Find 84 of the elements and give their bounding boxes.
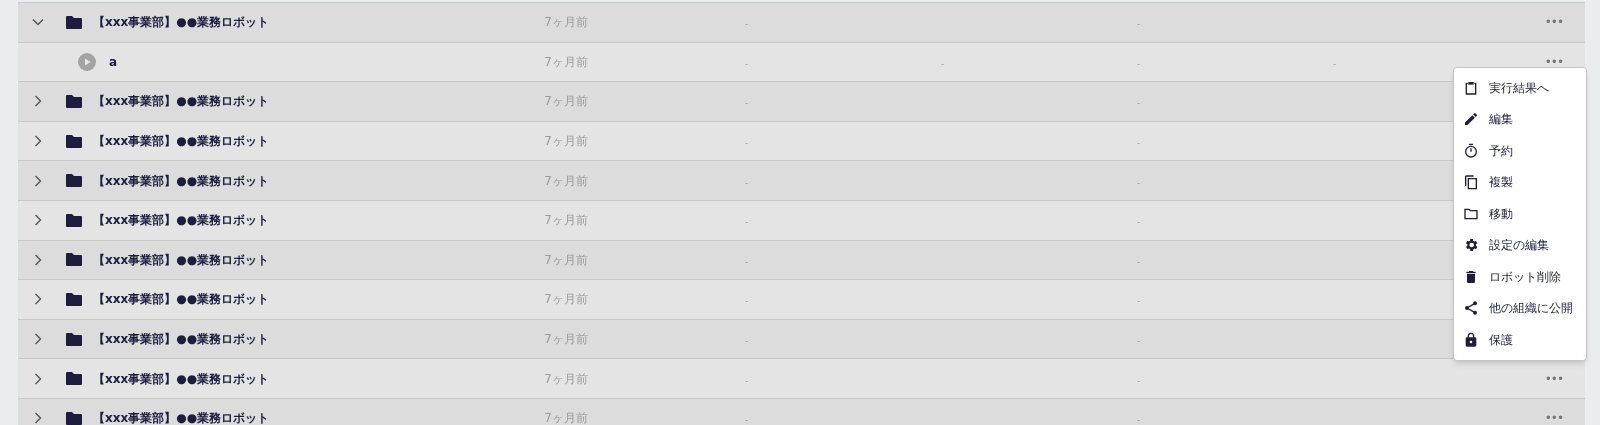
more-button[interactable]: ••• <box>1544 55 1563 68</box>
menu-item[interactable]: 実行結果へ <box>1454 72 1586 104</box>
table-cell: - <box>1137 375 1141 386</box>
chevron-right-icon[interactable] <box>32 253 44 266</box>
lock-icon <box>1463 331 1479 348</box>
table-cell: - <box>745 19 749 30</box>
updated-time: 7ヶ月前 <box>543 93 588 111</box>
settings-icon <box>1463 237 1479 254</box>
table-cell: - <box>745 415 749 425</box>
table-cell: - <box>745 58 749 69</box>
chevron-right-icon[interactable] <box>32 174 44 187</box>
table-cell: - <box>745 138 749 149</box>
table-cell: - <box>1137 58 1141 69</box>
folder-name[interactable]: 【xxx事業部】●●業務ロボット <box>93 250 270 269</box>
updated-time: 7ヶ月前 <box>543 410 588 425</box>
folder-icon <box>66 15 82 29</box>
table-cell: - <box>1137 98 1141 109</box>
folder-icon <box>66 332 82 346</box>
folder-name[interactable]: 【xxx事業部】●●業務ロボット <box>93 290 270 309</box>
table-cell: - <box>1137 296 1141 307</box>
table-cell: - <box>1137 256 1141 267</box>
table-cell: - <box>745 177 749 188</box>
menu-item[interactable]: 他の組織に公開 <box>1454 292 1586 324</box>
robot-name[interactable]: a <box>109 52 118 71</box>
table-cell: - <box>745 217 749 228</box>
updated-time: 7ヶ月前 <box>543 291 588 309</box>
more-button[interactable]: ••• <box>1544 372 1563 385</box>
menu-item[interactable]: 複製 <box>1454 166 1586 198</box>
table-cell: - <box>1137 19 1141 30</box>
table-cell: - <box>745 296 749 307</box>
menu-item[interactable]: 保護 <box>1454 324 1586 356</box>
table-cell: - <box>745 375 749 386</box>
table-cell: - <box>745 336 749 347</box>
folder-name[interactable]: 【xxx事業部】●●業務ロボット <box>93 132 270 151</box>
updated-time: 7ヶ月前 <box>543 133 588 151</box>
folder-icon <box>66 411 82 425</box>
updated-time: 7ヶ月前 <box>543 251 588 269</box>
folder-name[interactable]: 【xxx事業部】●●業務ロボット <box>93 171 270 190</box>
menu-item[interactable]: 移動 <box>1454 198 1586 230</box>
folder-icon <box>66 174 82 188</box>
trash-icon <box>1463 268 1479 285</box>
chevron-right-icon[interactable] <box>32 372 44 385</box>
updated-time: 7ヶ月前 <box>543 212 588 230</box>
folder-icon <box>66 253 82 267</box>
chevron-right-icon[interactable] <box>32 412 44 425</box>
pencil-icon <box>1463 111 1479 128</box>
timer-icon <box>1463 142 1479 159</box>
clipboard-icon <box>1463 79 1479 96</box>
folder-icon <box>66 213 82 227</box>
share-icon <box>1463 300 1479 317</box>
folder-icon <box>66 134 82 148</box>
menu-item[interactable]: 編集 <box>1454 103 1586 135</box>
table-cell: - <box>1333 58 1337 69</box>
folder-icon <box>66 292 82 306</box>
folder-name[interactable]: 【xxx事業部】●●業務ロボット <box>93 211 270 230</box>
updated-time: 7ヶ月前 <box>543 53 588 71</box>
table-cell: - <box>1137 217 1141 228</box>
chevron-right-icon[interactable] <box>32 95 44 108</box>
folder-name[interactable]: 【xxx事業部】●●業務ロボット <box>93 330 270 349</box>
copy-icon <box>1463 174 1479 191</box>
updated-time: 7ヶ月前 <box>543 172 588 190</box>
table-cell: - <box>745 256 749 267</box>
table-cell: - <box>941 58 945 69</box>
updated-time: 7ヶ月前 <box>543 331 588 349</box>
chevron-right-icon[interactable] <box>32 293 44 306</box>
table-cell: - <box>1137 138 1141 149</box>
chevron-right-icon[interactable] <box>32 333 44 346</box>
folder-name[interactable]: 【xxx事業部】●●業務ロボット <box>93 409 270 425</box>
folder-icon <box>66 95 82 108</box>
chevron-right-icon[interactable] <box>32 135 44 148</box>
menu-item[interactable]: 設定の編集 <box>1454 229 1586 261</box>
folder-name[interactable]: 【xxx事業部】●●業務ロボット <box>93 369 270 388</box>
folder-icon <box>66 372 82 386</box>
table-cell: - <box>1137 336 1141 347</box>
folder-name[interactable]: 【xxx事業部】●●業務ロボット <box>93 13 270 32</box>
table-cell: - <box>745 98 749 109</box>
menu-item[interactable]: 予約 <box>1454 135 1586 167</box>
updated-time: 7ヶ月前 <box>543 14 588 32</box>
updated-time: 7ヶ月前 <box>543 370 588 388</box>
chevron-right-icon[interactable] <box>32 214 44 227</box>
menu-item[interactable]: ロボット削除 <box>1454 261 1586 293</box>
folder-name[interactable]: 【xxx事業部】●●業務ロボット <box>93 92 270 111</box>
table-cell: - <box>1137 415 1141 425</box>
table-cell: - <box>1137 177 1141 188</box>
